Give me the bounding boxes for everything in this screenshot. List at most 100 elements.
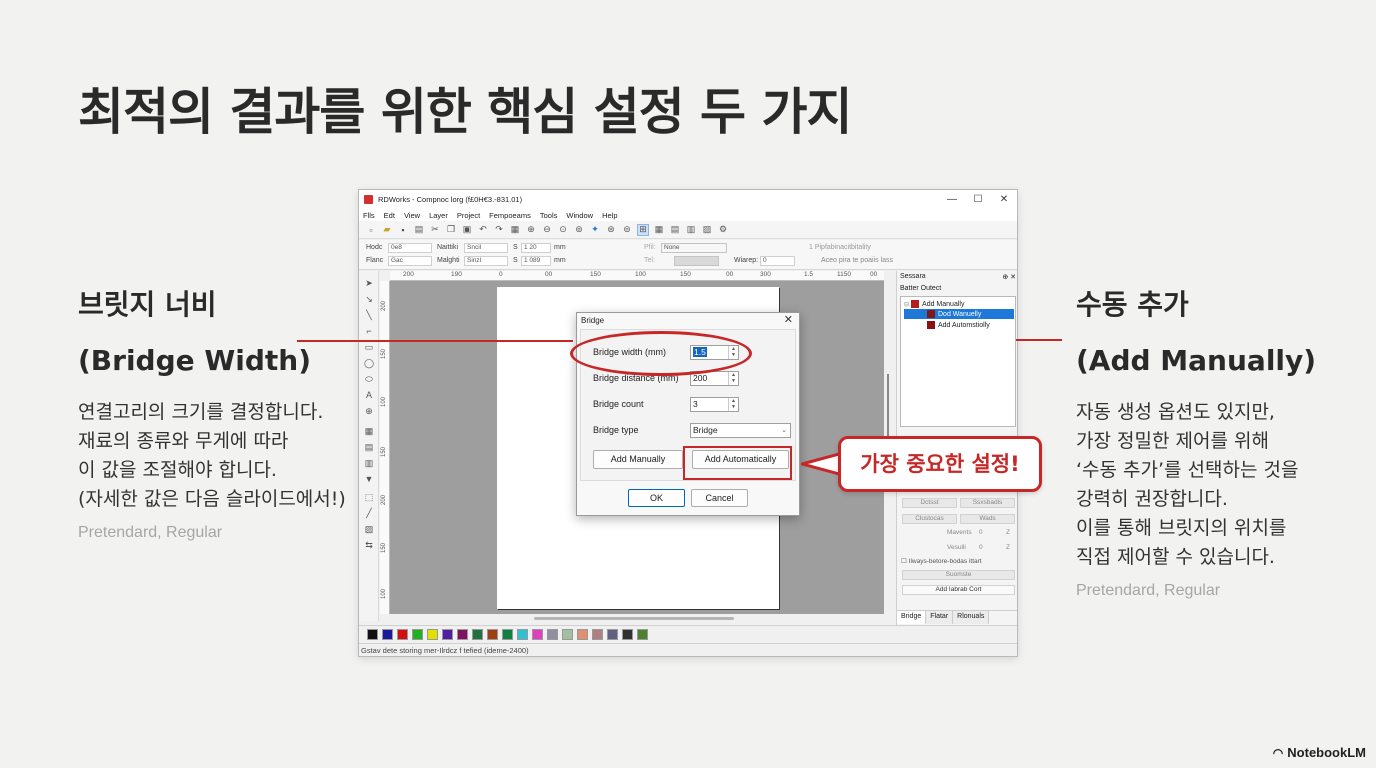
color-swatch[interactable] <box>472 628 483 640</box>
settings-icon[interactable]: ⚙ <box>717 224 729 236</box>
filter-icon[interactable]: ▼ <box>363 473 375 485</box>
menu-tools[interactable]: Tools <box>540 211 558 220</box>
tab-flatar[interactable]: Flatar <box>926 611 954 624</box>
menu-project[interactable]: Project <box>457 211 480 220</box>
undo-icon[interactable]: ↶ <box>477 224 489 236</box>
zoom-tool-icon[interactable]: ⊕ <box>363 405 375 417</box>
panel-button[interactable]: Clustocas <box>902 514 957 524</box>
bridge-count-input[interactable]: 3 ▲ ▼ <box>690 397 739 412</box>
menu-window[interactable]: Window <box>566 211 593 220</box>
polyline-icon[interactable]: ⌐ <box>363 325 375 337</box>
list-icon[interactable]: ▤ <box>669 224 681 236</box>
spin-arrows-icon[interactable]: ▲ ▼ <box>728 372 738 385</box>
zoom-fit-icon[interactable]: ⊙ <box>557 224 569 236</box>
prop-field[interactable]: 0e8 <box>388 243 432 253</box>
color-swatch[interactable] <box>382 628 393 640</box>
zoom-out-icon[interactable]: ⊖ <box>541 224 553 236</box>
dialog-close-icon[interactable]: ✕ <box>784 313 793 326</box>
color-swatch[interactable] <box>397 628 408 640</box>
knife-icon[interactable]: ╱ <box>363 507 375 519</box>
prop-field[interactable]: 1 089 <box>521 256 551 266</box>
open-folder-icon[interactable]: ▰ <box>381 224 393 236</box>
text-icon[interactable]: A <box>363 389 375 401</box>
new-file-icon[interactable]: ▫ <box>365 224 377 236</box>
color-swatch[interactable] <box>367 628 378 640</box>
color-swatch[interactable] <box>457 628 468 640</box>
grid-select-icon[interactable]: ⊞ <box>637 223 649 236</box>
menu-file[interactable]: Flls <box>363 211 375 220</box>
color-swatch[interactable] <box>487 628 498 640</box>
prop-field[interactable]: 1 20 <box>521 243 551 253</box>
prop-field[interactable]: Gac <box>388 256 432 266</box>
color-swatch[interactable] <box>412 628 423 640</box>
color-swatch[interactable] <box>442 628 453 640</box>
panel-button[interactable]: Dctsst <box>902 498 957 508</box>
redo-icon[interactable]: ↷ <box>493 224 505 236</box>
line-icon[interactable]: ╲ <box>363 309 375 321</box>
menu-edit[interactable]: Edt <box>384 211 395 220</box>
horizontal-scrollbar[interactable] <box>534 617 734 620</box>
prop-field[interactable]: Sinzl <box>464 256 508 266</box>
add-manually-button[interactable]: Add Manually <box>593 450 683 469</box>
zoom-page-icon[interactable]: ⊚ <box>573 224 585 236</box>
cancel-button[interactable]: Cancel <box>691 489 748 507</box>
color-swatch[interactable] <box>502 628 513 640</box>
layers-icon[interactable]: ▥ <box>685 224 697 236</box>
minimize-icon[interactable]: — <box>939 194 965 205</box>
print-icon[interactable]: ▤ <box>413 224 425 236</box>
color-swatch[interactable] <box>577 628 588 640</box>
copy-icon[interactable]: ❐ <box>445 224 457 236</box>
node-edit-icon[interactable]: ↘ <box>363 293 375 305</box>
paste-icon[interactable]: ▣ <box>461 224 473 236</box>
ellipse-icon[interactable]: ⬭ <box>363 373 375 385</box>
prop-field[interactable]: None <box>661 243 727 253</box>
path-icon[interactable]: ⇆ <box>363 539 375 551</box>
menu-help[interactable]: Help <box>602 211 617 220</box>
maximize-icon[interactable]: ☐ <box>965 194 991 205</box>
panel-checkbox[interactable]: ☐ Ilways-betore-bodas ittart <box>901 557 982 565</box>
tab-bridge[interactable]: Bridge <box>897 611 927 624</box>
align-icon[interactable]: ▤ <box>363 441 375 453</box>
menu-view[interactable]: View <box>404 211 420 220</box>
bounding-icon[interactable]: ⬚ <box>363 491 375 503</box>
color-swatch[interactable] <box>547 628 558 640</box>
panel-pin-close-icon[interactable]: ⊕ ✕ <box>1002 273 1016 281</box>
panel-button[interactable]: Suomste <box>902 570 1015 580</box>
color-swatch[interactable] <box>637 628 648 640</box>
cut-icon[interactable]: ✂ <box>429 224 441 236</box>
bridge-type-select[interactable]: Bridge ⌄ <box>690 423 791 438</box>
menu-layer[interactable]: Layer <box>429 211 448 220</box>
tree-node[interactable]: ⊟ Add Manually <box>904 299 1012 309</box>
color-swatch[interactable] <box>607 628 618 640</box>
zoom-select-icon[interactable]: ⊛ <box>605 224 617 236</box>
color-swatch[interactable] <box>532 628 543 640</box>
panel-button[interactable]: Wads <box>960 514 1015 524</box>
panel-button[interactable]: Add Iabrab Cort <box>902 585 1015 595</box>
rectangle-icon[interactable]: ▭ <box>363 341 375 353</box>
spin-arrows-icon[interactable]: ▲ ▼ <box>728 398 738 411</box>
panel-button[interactable]: Ssxsbadls <box>960 498 1015 508</box>
color-swatch[interactable] <box>592 628 603 640</box>
color-swatch[interactable] <box>427 628 438 640</box>
close-icon[interactable]: ✕ <box>991 194 1017 205</box>
image-icon[interactable]: ▨ <box>701 224 713 236</box>
tab-rlonuals[interactable]: Rlonuals <box>953 611 990 624</box>
circle-icon[interactable]: ◯ <box>363 357 375 369</box>
import-icon[interactable]: ▦ <box>509 224 521 236</box>
grid-array-icon[interactable]: ▦ <box>363 425 375 437</box>
color-swatch[interactable] <box>517 628 528 640</box>
tree-node[interactable]: Add Automstiolly <box>904 320 1012 330</box>
select-arrow-icon[interactable]: ➤ <box>363 277 375 289</box>
prop-field[interactable]: Sncil <box>464 243 508 253</box>
mirror-icon[interactable]: ▥ <box>363 457 375 469</box>
plugin-icon[interactable]: ✦ <box>589 224 601 236</box>
ok-button[interactable]: OK <box>628 489 685 507</box>
color-swatch[interactable] <box>562 628 573 640</box>
zoom-window-icon[interactable]: ⊜ <box>621 224 633 236</box>
tree-node-selected[interactable]: Dod Wanuelly <box>904 309 1014 319</box>
image-tool-icon[interactable]: ▨ <box>363 523 375 535</box>
zoom-in-icon[interactable]: ⊕ <box>525 224 537 236</box>
color-swatch[interactable] <box>622 628 633 640</box>
prop-field[interactable]: 0 <box>760 256 795 266</box>
save-icon[interactable]: ▪ <box>397 224 409 236</box>
